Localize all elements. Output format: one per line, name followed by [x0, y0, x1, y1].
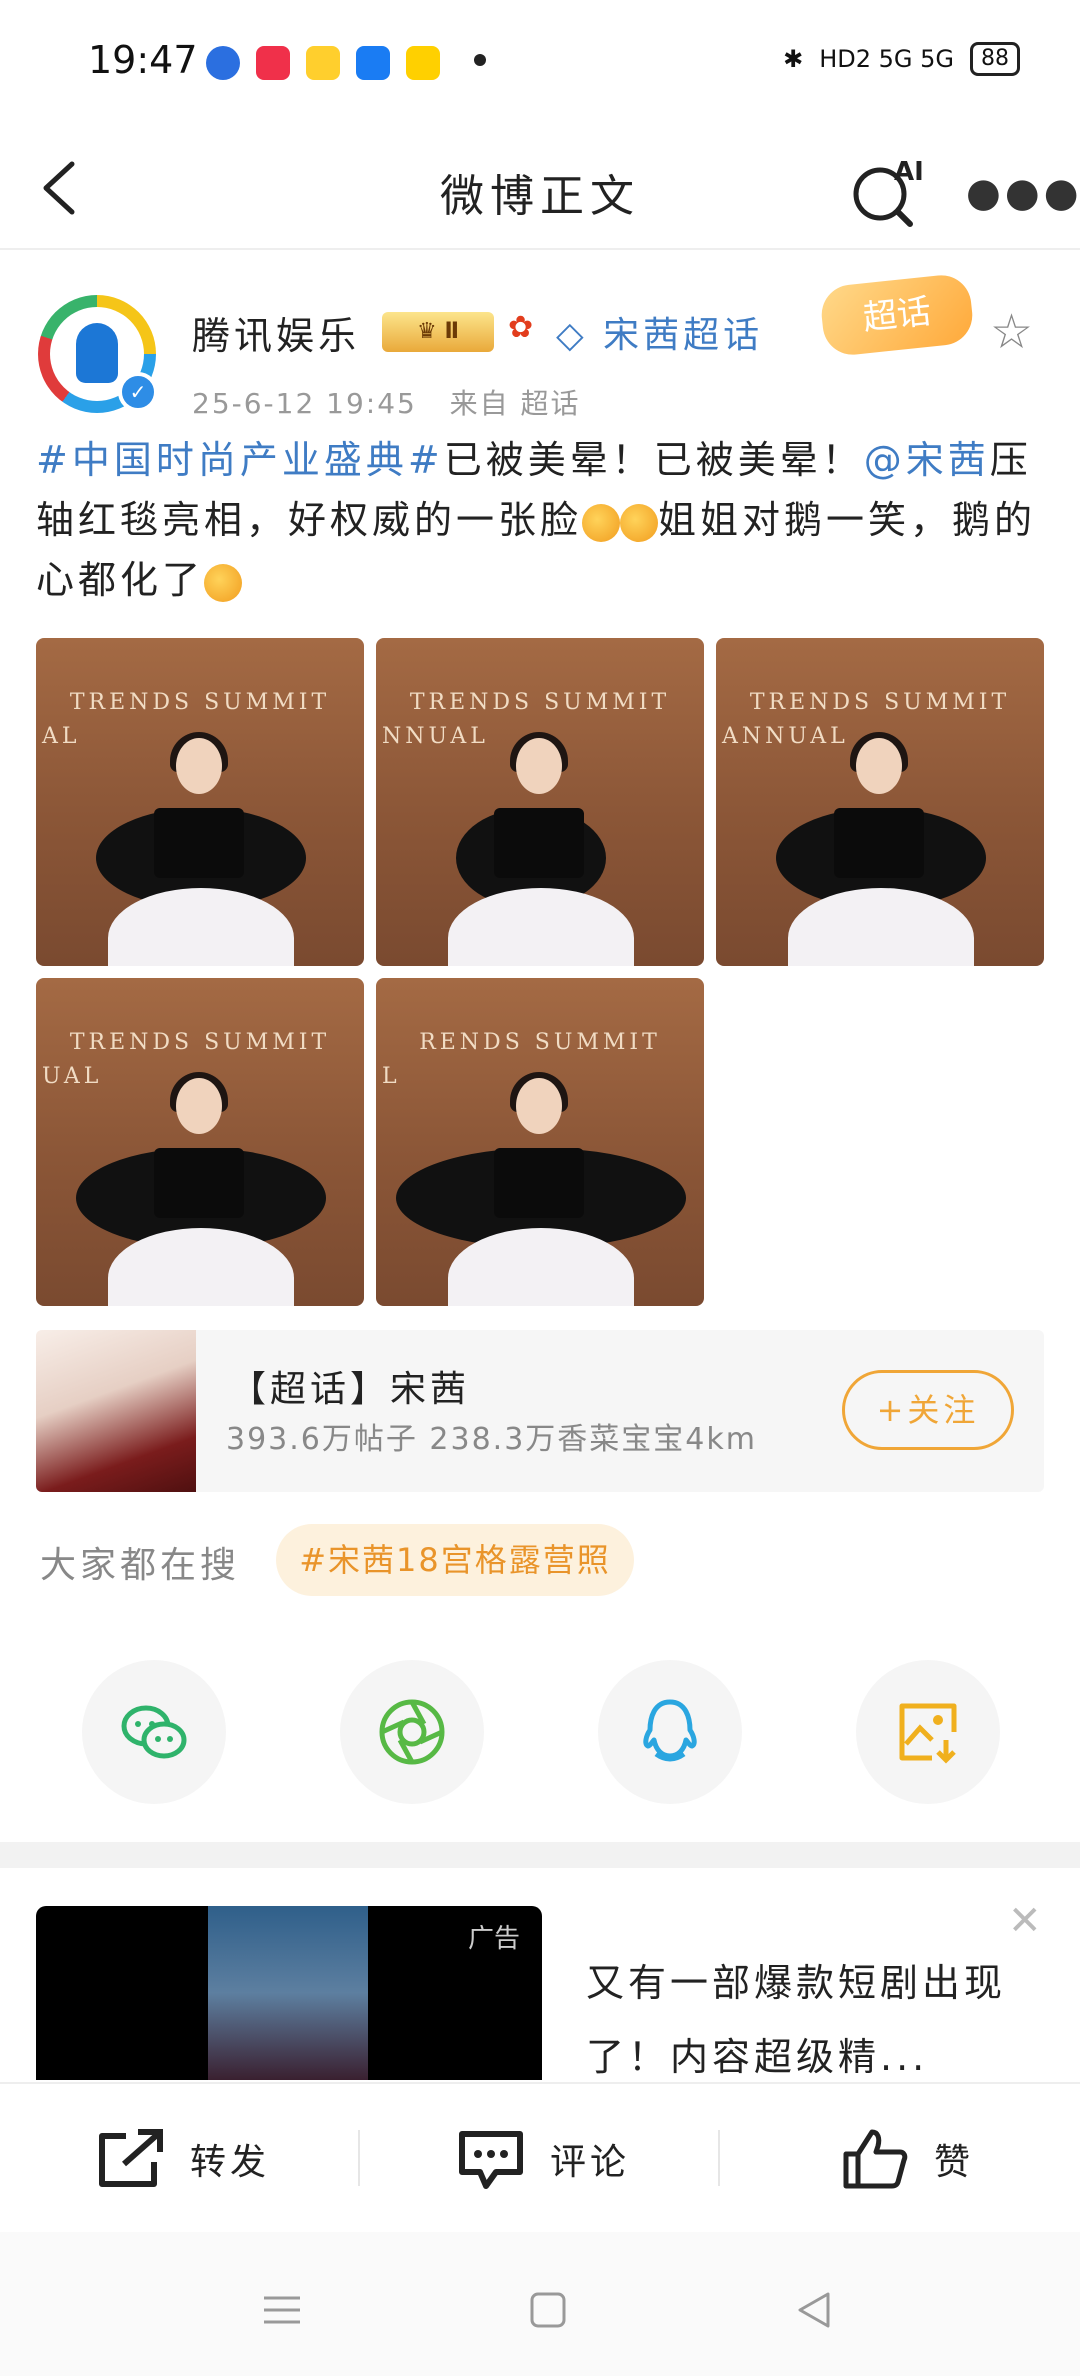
- meituan-app-icon: [406, 46, 440, 80]
- music-app-icon: [256, 46, 290, 80]
- ad-thumbnail[interactable]: 广告: [36, 1906, 542, 2080]
- home-icon[interactable]: [528, 2290, 568, 2330]
- comment-label: 评论: [550, 2142, 631, 2183]
- repost-label: 转发: [190, 2142, 271, 2183]
- mention-link[interactable]: @宋茜: [864, 438, 990, 482]
- post-photo[interactable]: TRENDS SUMMIT ANNUAL: [716, 638, 1044, 966]
- post-content: #中国时尚产业盛典#已被美晕！已被美晕！@宋茜压轴红毯亮相，好权威的一张脸 姐姐对…: [36, 430, 1044, 610]
- post-source: 来自 超话: [449, 387, 581, 420]
- verified-badge-icon: ✓: [118, 372, 158, 412]
- diamond-icon: ◇: [556, 315, 588, 356]
- trending-search-label: 大家都在搜: [40, 1545, 241, 1586]
- comment-icon: [459, 2131, 523, 2189]
- photo-sign-text: RENDS SUMMIT: [419, 1030, 661, 1055]
- fan-badge-icon: ✿: [508, 310, 534, 345]
- back-triangle-icon[interactable]: [794, 2290, 834, 2330]
- moments-icon: [379, 1699, 445, 1765]
- like-label: 赞: [934, 2142, 975, 2183]
- menu-icon[interactable]: [262, 2290, 302, 2330]
- super-topic-name: 宋茜超话: [603, 315, 764, 356]
- post-photo[interactable]: TRENDS SUMMIT AL: [36, 638, 364, 966]
- ad-headline[interactable]: 又有一部爆款短剧出现了！内容超级精...: [586, 1946, 1026, 2094]
- status-right: ✱ HD2 5G 5G 88: [783, 42, 1020, 76]
- battery-indicator: 88: [970, 42, 1020, 76]
- notification-dot-icon: [474, 54, 486, 66]
- heart-eyes-emoji-icon: [620, 503, 659, 542]
- trending-search-tag[interactable]: #宋茜18宫格露营照: [276, 1524, 634, 1596]
- post-meta: 25-6-12 19:45 来自 超话: [192, 382, 580, 422]
- crown-level-text: Ⅱ: [444, 319, 459, 344]
- like-button[interactable]: 赞: [840, 2128, 974, 2190]
- wechat-icon: [121, 1705, 187, 1759]
- author-name[interactable]: 腾讯娱乐: [192, 305, 360, 360]
- photo-sign-text: TRENDS SUMMIT: [69, 690, 331, 715]
- ai-label: AI: [894, 157, 924, 187]
- post-time: 25-6-12 19:45: [192, 387, 417, 420]
- blushing-emoji-icon: [204, 563, 243, 602]
- top-navigation: 微博正文 AI ●●●: [0, 120, 1080, 250]
- favorite-star-icon[interactable]: ☆: [990, 304, 1033, 360]
- photo-sign-text: TRENDS SUMMIT: [409, 690, 671, 715]
- follow-button[interactable]: +关注: [842, 1370, 1014, 1450]
- post-photo[interactable]: TRENDS SUMMIT NNUAL: [376, 638, 704, 966]
- status-time: 19:47: [88, 38, 198, 82]
- post-photo[interactable]: TRENDS SUMMIT UAL: [36, 978, 364, 1306]
- comment-button[interactable]: 评论: [456, 2128, 630, 2190]
- repost-button[interactable]: 转发: [96, 2128, 270, 2190]
- ad-label: 广告: [467, 1924, 520, 1954]
- post-photo[interactable]: RENDS SUMMIT L: [376, 978, 704, 1306]
- hashtag-link[interactable]: #中国时尚产业盛典#: [36, 438, 444, 482]
- super-topic-stats: 393.6万帖子 238.3万香菜宝宝4km: [226, 1422, 757, 1457]
- super-topic-cover: [36, 1330, 196, 1492]
- heart-eyes-emoji-icon: [582, 503, 621, 542]
- save-image-button[interactable]: [856, 1660, 1000, 1804]
- network-indicator: HD2 5G 5G: [819, 45, 954, 73]
- share-moments-button[interactable]: [340, 1660, 484, 1804]
- save-image-icon: [899, 1703, 957, 1764]
- more-options-icon[interactable]: ●●●: [966, 170, 1080, 216]
- share-qq-button[interactable]: [598, 1660, 742, 1804]
- action-separator: [358, 2130, 360, 2186]
- super-topic-title: 【超话】宋茜: [230, 1369, 471, 1410]
- weibo-app-icon: [306, 46, 340, 80]
- status-bar: 19:47 ✱ HD2 5G 5G 88: [0, 0, 1080, 120]
- location-app-icon: [206, 46, 240, 80]
- alipay-app-icon: [356, 46, 390, 80]
- post-text-segment: 已被美晕！已被美晕！: [443, 438, 864, 482]
- action-separator: [718, 2130, 720, 2186]
- bluetooth-icon: ✱: [783, 45, 804, 73]
- super-topic-link[interactable]: ◇ 宋茜超话: [556, 306, 763, 358]
- ai-search-icon[interactable]: AI: [846, 150, 926, 230]
- section-divider: [0, 1842, 1080, 1868]
- photo-sign-text: TRENDS SUMMIT: [69, 1030, 331, 1055]
- crown-level-badge: ♛ Ⅱ: [382, 312, 494, 352]
- super-topic-badge: 超话: [818, 272, 976, 358]
- thumbs-up-icon: [843, 2129, 908, 2189]
- close-ad-icon[interactable]: ✕: [1008, 1898, 1042, 1944]
- repost-icon: [99, 2129, 163, 2187]
- share-wechat-button[interactable]: [82, 1660, 226, 1804]
- photo-sign-text: TRENDS SUMMIT: [749, 690, 1011, 715]
- qq-icon: [643, 1699, 697, 1762]
